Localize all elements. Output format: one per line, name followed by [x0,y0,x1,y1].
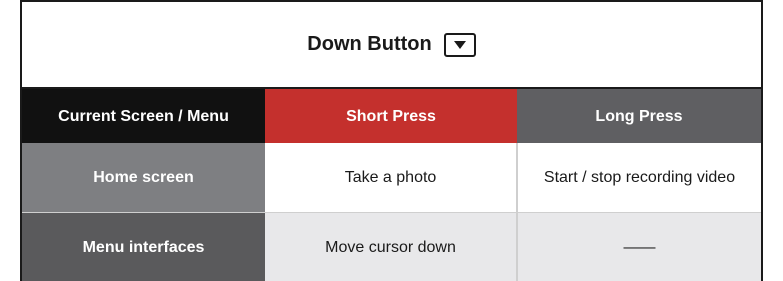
row-label-home-screen: Home screen [22,143,265,212]
table-title-row: Down Button [22,2,761,89]
cell-short-press-menu: Move cursor down [265,213,517,281]
button-function-table: Down Button Current Screen / Menu Short … [20,0,763,281]
down-arrow-key-icon [443,32,476,57]
header-long-press: Long Press [517,89,761,143]
table-row: Menu interfaces Move cursor down —— [22,213,761,281]
cell-long-press-menu: —— [517,213,761,281]
table-header-row: Current Screen / Menu Short Press Long P… [22,89,761,143]
cell-long-press-home: Start / stop recording video [517,143,761,212]
header-current-screen: Current Screen / Menu [22,89,265,143]
cell-short-press-home: Take a photo [265,143,517,212]
row-label-menu-interfaces: Menu interfaces [22,213,265,281]
table-title: Down Button [307,33,432,55]
header-short-press: Short Press [265,89,517,143]
table-row: Home screen Take a photo Start / stop re… [22,143,761,213]
